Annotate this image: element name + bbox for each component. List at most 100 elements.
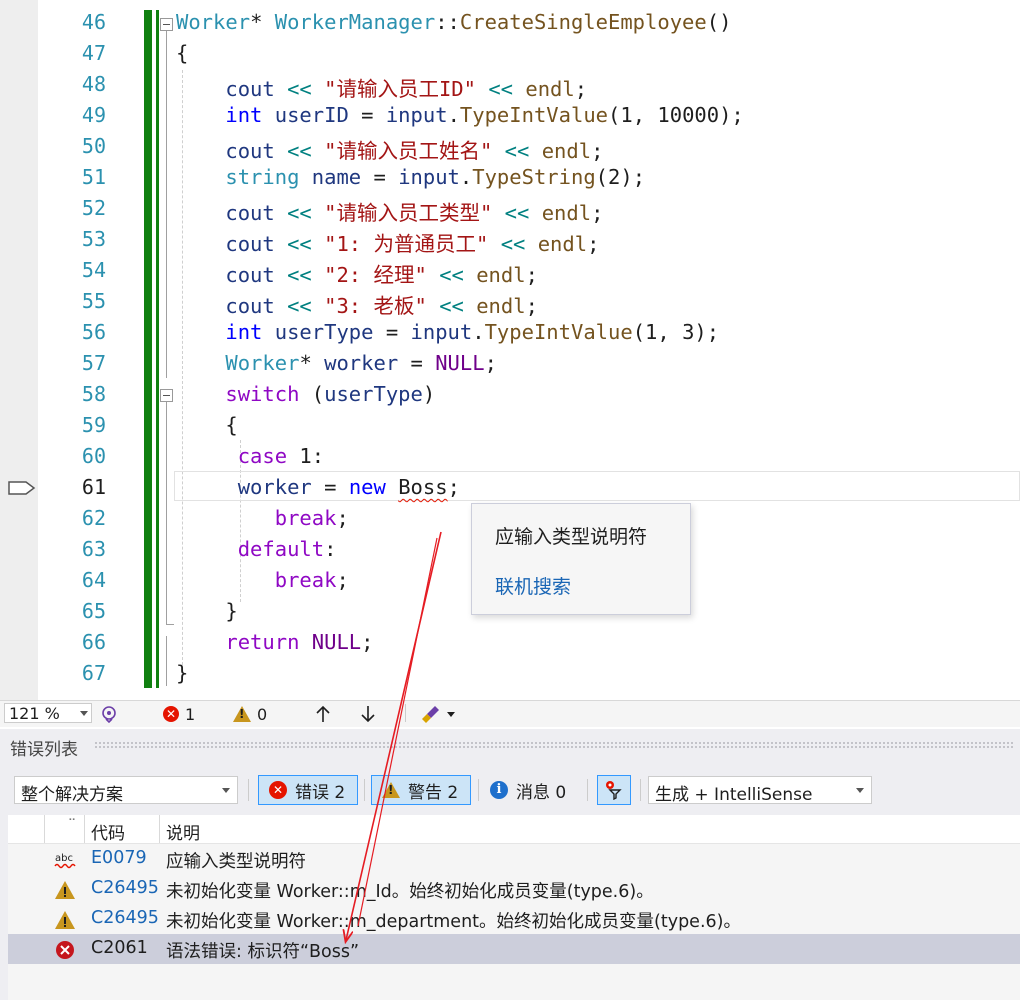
- code-line[interactable]: 55 cout << "3: 老板" << endl;: [0, 287, 1020, 318]
- code-text[interactable]: default:: [176, 537, 337, 561]
- code-token: default: [237, 537, 325, 561]
- code-line[interactable]: 46 Worker* WorkerManager::CreateSingleEmp…: [0, 8, 1020, 39]
- code-line[interactable]: 61 worker = new Boss;: [0, 473, 1020, 504]
- code-text[interactable]: {: [176, 413, 237, 437]
- code-text[interactable]: cout << "请输入员工姓名" << endl;: [176, 134, 603, 164]
- code-line[interactable]: 59 {: [0, 411, 1020, 442]
- line-number: 53: [81, 227, 106, 251]
- error-count[interactable]: ✕ 1: [163, 704, 195, 724]
- error-count-value: 1: [185, 704, 196, 724]
- warnings-filter-toggle[interactable]: 警告 2: [371, 775, 471, 805]
- code-text[interactable]: cout << "3: 老板" << endl;: [176, 289, 538, 319]
- column-header-code[interactable]: 代码: [91, 819, 125, 844]
- error-code[interactable]: E0079: [91, 848, 147, 868]
- code-line[interactable]: 57 Worker* worker = NULL;: [0, 349, 1020, 380]
- online-search-link[interactable]: 联机搜索: [495, 572, 571, 599]
- code-text[interactable]: string name = input.TypeString(2);: [176, 165, 645, 189]
- errors-filter-toggle[interactable]: ✕ 错误 2: [258, 775, 358, 805]
- messages-filter-toggle[interactable]: i 消息 0: [490, 775, 566, 805]
- code-token: new: [348, 475, 386, 499]
- code-line[interactable]: 56 int userType = input.TypeIntValue(1, …: [0, 318, 1020, 349]
- errors-filter-label: 错误 2: [295, 782, 346, 803]
- chevron-down-icon[interactable]: [447, 711, 455, 717]
- code-text[interactable]: }: [176, 599, 237, 623]
- error-grid[interactable]: ⠉ 代码 说明 abc E0079 应输入类型说明符 C26495 未初始化变量 Wor…: [8, 815, 1020, 1000]
- panel-title: 错误列表: [10, 740, 78, 760]
- code-text[interactable]: cout << "请输入员工ID" << endl;: [176, 72, 587, 102]
- code-token: ): [422, 382, 436, 406]
- column-separator[interactable]: [159, 815, 160, 843]
- code-line[interactable]: 54 cout << "2: 经理" << endl;: [0, 256, 1020, 287]
- error-code[interactable]: C26495: [91, 878, 159, 898]
- code-text[interactable]: Worker* WorkerManager::CreateSingleEmplo…: [176, 10, 731, 34]
- warning-count[interactable]: 0: [233, 704, 267, 724]
- code-text[interactable]: switch (userType): [176, 382, 435, 406]
- code-text[interactable]: cout << "1: 为普通员工" << endl;: [176, 227, 599, 257]
- filter-toggle[interactable]: [597, 775, 631, 805]
- code-line[interactable]: 60 case 1:: [0, 442, 1020, 473]
- intellicode-icon[interactable]: [100, 704, 118, 724]
- code-line[interactable]: 47 {: [0, 39, 1020, 70]
- code-text[interactable]: cout << "2: 经理" << endl;: [176, 258, 538, 288]
- code-text[interactable]: case 1:: [176, 444, 324, 468]
- error-row[interactable]: C2061 语法错误: 标识符“Boss”: [8, 934, 1020, 964]
- code-text[interactable]: return NULL;: [176, 630, 374, 654]
- zoom-combobox[interactable]: 121 %: [4, 703, 92, 723]
- arrow-up-icon[interactable]: [315, 704, 331, 724]
- code-line[interactable]: 48 cout << "请输入员工ID" << endl;: [0, 70, 1020, 101]
- warning-icon: [54, 879, 76, 901]
- code-text[interactable]: }: [176, 661, 188, 685]
- code-line[interactable]: 49 int userID = input.TypeIntValue(1, 10…: [0, 101, 1020, 132]
- column-separator[interactable]: [44, 815, 45, 843]
- code-line[interactable]: 58 switch (userType): [0, 380, 1020, 411]
- error-row[interactable]: C26495 未初始化变量 Worker::m_department。始终初始化成…: [8, 904, 1020, 934]
- error-row[interactable]: C26495 未初始化变量 Worker::m_Id。始终初始化成员变量(type…: [8, 874, 1020, 904]
- code-line[interactable]: 52 cout << "请输入员工类型" << endl;: [0, 194, 1020, 225]
- error-code[interactable]: C26495: [91, 908, 159, 928]
- column-separator[interactable]: [84, 815, 85, 843]
- code-token: worker: [237, 475, 312, 499]
- code-token: ;: [361, 630, 374, 654]
- code-text[interactable]: int userType = input.TypeIntValue(1, 3);: [176, 320, 719, 344]
- code-line[interactable]: 66 return NULL;: [0, 628, 1020, 659]
- code-line[interactable]: 50 cout << "请输入员工姓名" << endl;: [0, 132, 1020, 163]
- error-list-title-bar[interactable]: 错误列表: [0, 729, 1020, 760]
- sort-grip-icon[interactable]: ⠉: [68, 817, 76, 830]
- code-token: userType: [324, 382, 423, 406]
- chevron-down-icon[interactable]: [80, 711, 88, 716]
- code-token: int: [225, 103, 263, 127]
- code-text[interactable]: int userID = input.TypeIntValue(1, 10000…: [176, 103, 743, 127]
- scope-combobox[interactable]: 整个解决方案: [14, 776, 238, 805]
- chevron-down-icon[interactable]: [222, 788, 230, 793]
- source-combobox[interactable]: 生成 + IntelliSense: [648, 776, 872, 805]
- error-row[interactable]: abc E0079 应输入类型说明符: [8, 844, 1020, 874]
- code-text[interactable]: {: [176, 41, 188, 65]
- code-line[interactable]: 67}: [0, 659, 1020, 690]
- panel-grip[interactable]: [94, 741, 1014, 749]
- code-text[interactable]: Worker* worker = NULL;: [176, 351, 497, 375]
- code-text[interactable]: break;: [176, 568, 349, 592]
- arrow-down-icon[interactable]: [360, 704, 376, 724]
- code-text[interactable]: cout << "请输入员工类型" << endl;: [176, 196, 603, 226]
- column-header-description[interactable]: 说明: [166, 819, 200, 844]
- code-token: NULL: [435, 351, 485, 375]
- code-line[interactable]: 53 cout << "1: 为普通员工" << endl;: [0, 225, 1020, 256]
- code-line[interactable]: 51 string name = input.TypeString(2);: [0, 163, 1020, 194]
- code-token: WorkerManager: [274, 10, 436, 34]
- code-editor[interactable]: 46 Worker* WorkerManager::CreateSingleEmp…: [0, 0, 1020, 700]
- code-text[interactable]: worker = new Boss;: [176, 475, 460, 499]
- cleanup-brush-icon[interactable]: [421, 704, 455, 724]
- code-text[interactable]: break;: [176, 506, 349, 530]
- code-token: cout: [225, 77, 275, 101]
- zoom-value: 121 %: [9, 704, 60, 723]
- code-token: =: [398, 351, 436, 375]
- chevron-down-icon[interactable]: [856, 788, 864, 793]
- error-icon: [54, 939, 76, 961]
